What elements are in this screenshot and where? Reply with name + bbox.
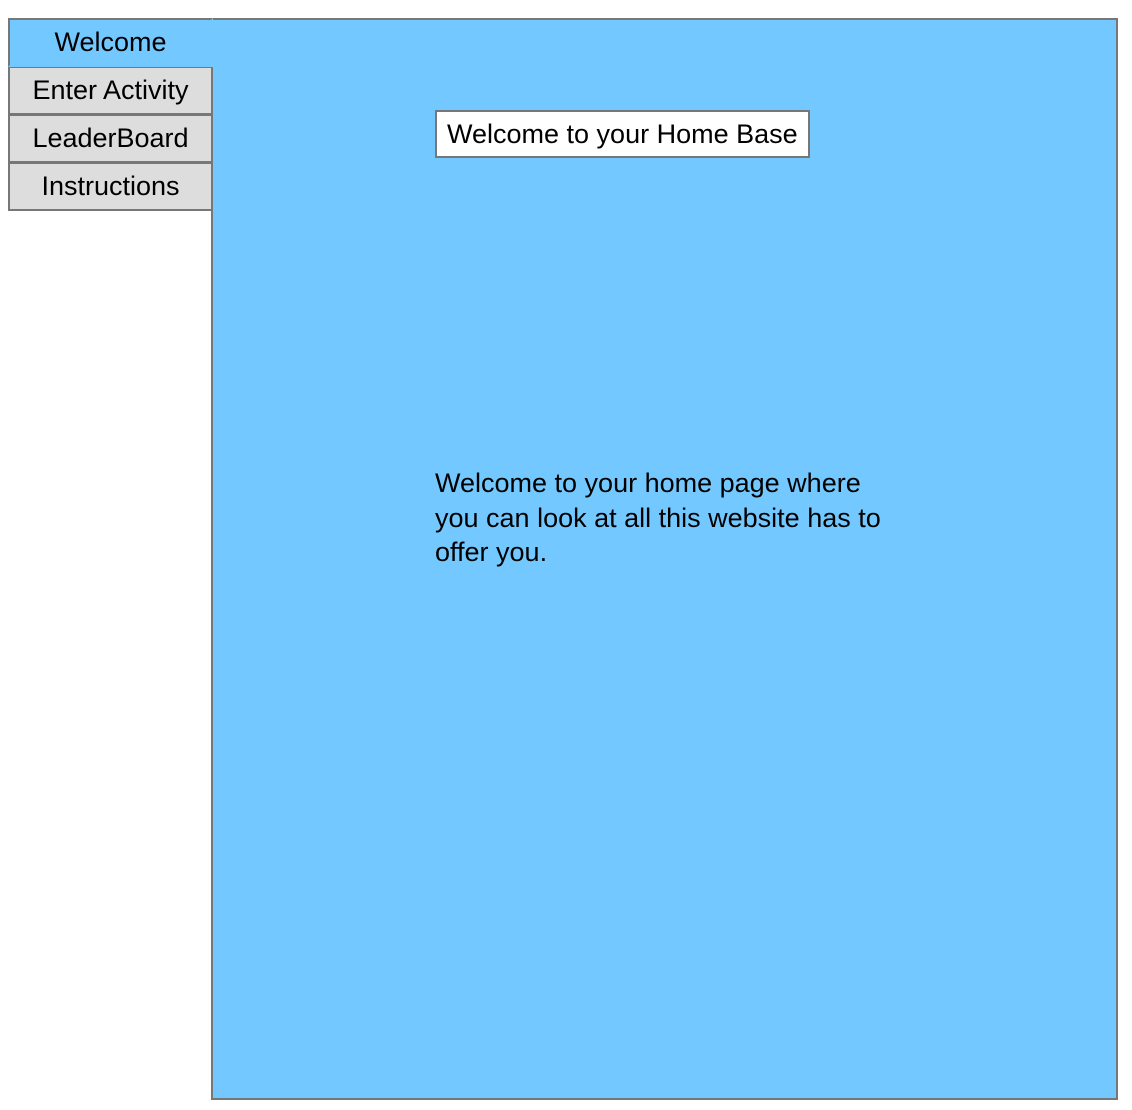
page-title: Welcome to your Home Base xyxy=(435,110,810,158)
tab-list: Welcome Enter Activity LeaderBoard Instr… xyxy=(8,18,213,211)
welcome-message: Welcome to your home page where you can … xyxy=(435,468,881,567)
content-panel: Welcome to your Home Base Welcome to you… xyxy=(211,18,1118,1100)
tab-instructions[interactable]: Instructions xyxy=(8,162,213,211)
tab-welcome[interactable]: Welcome xyxy=(8,18,213,67)
tab-enter-activity[interactable]: Enter Activity xyxy=(8,66,213,115)
tab-leaderboard[interactable]: LeaderBoard xyxy=(8,114,213,163)
